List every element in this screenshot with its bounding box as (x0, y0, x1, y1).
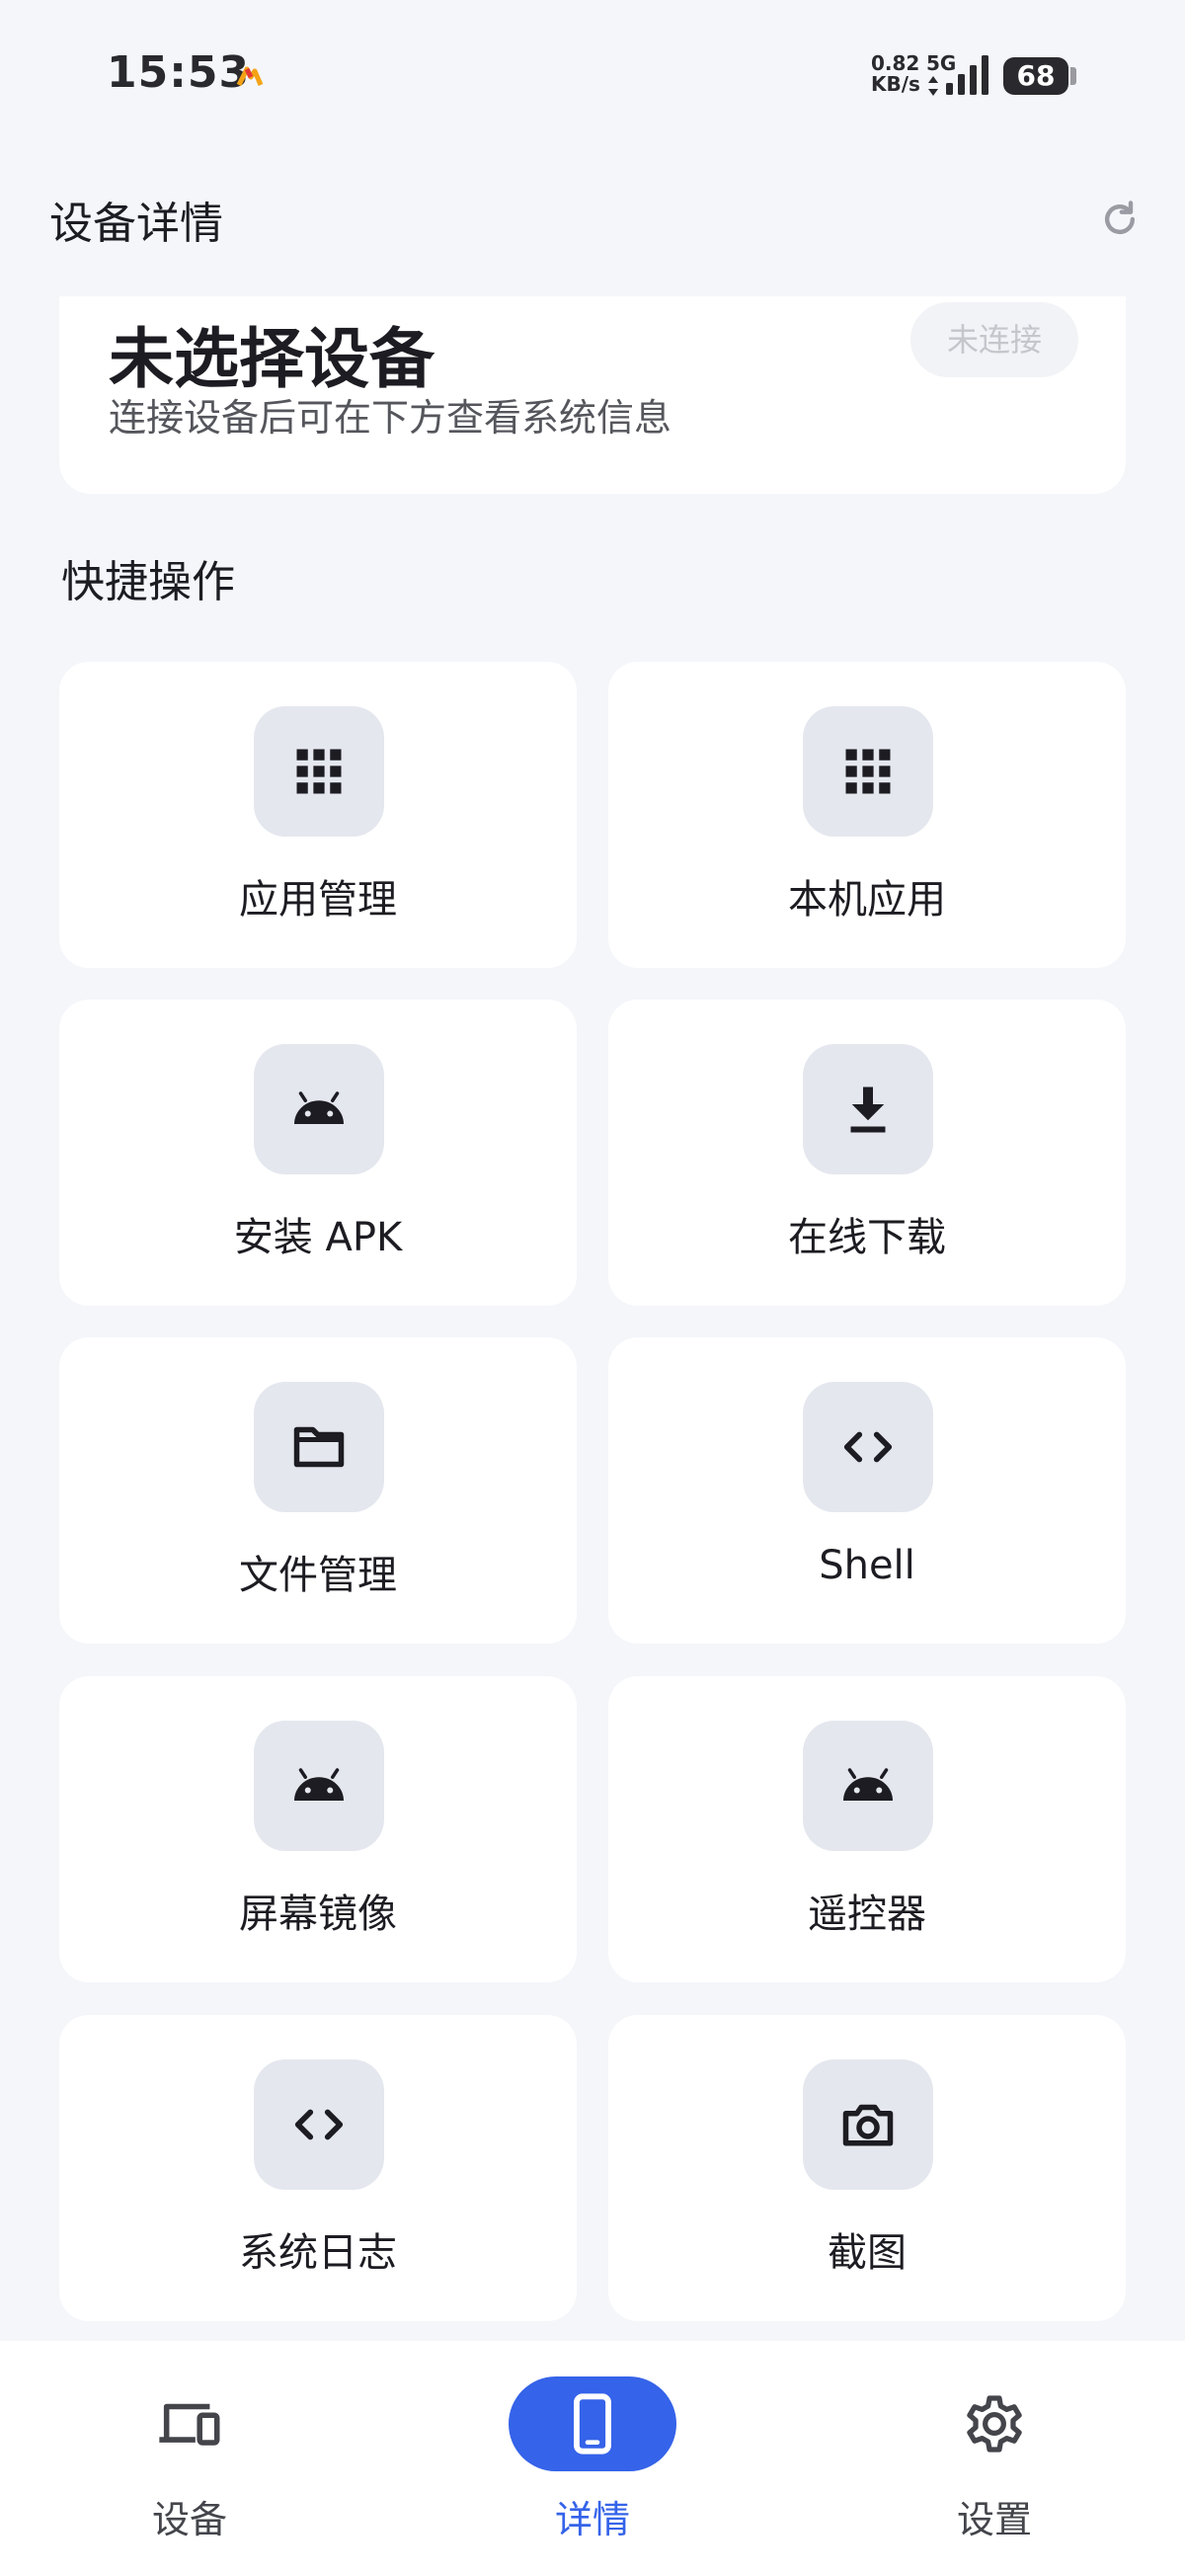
code-icon (254, 2059, 384, 2190)
device-subtitle: 连接设备后可在下方查看系统信息 (109, 396, 672, 440)
code-icon (803, 1382, 933, 1512)
refresh-icon[interactable] (1098, 198, 1142, 241)
phone-icon (509, 2376, 676, 2471)
action-online-download[interactable]: 在线下载 (608, 1000, 1126, 1306)
action-label: 安装 APK (233, 1215, 403, 1260)
action-remote-control[interactable]: 遥控器 (608, 1676, 1126, 1982)
nav-label: 详情 (554, 2498, 630, 2541)
signal-strength-icon (946, 55, 988, 95)
nav-label: 设置 (956, 2498, 1032, 2541)
action-label: Shell (819, 1543, 915, 1588)
bottom-navigation: 设备 详情 设置 (0, 2341, 1185, 2576)
nav-devices[interactable]: 设备 (41, 2341, 338, 2576)
action-system-log[interactable]: 系统日志 (59, 2015, 577, 2321)
nav-settings[interactable]: 设置 (846, 2341, 1143, 2576)
device-card: 未选择设备 连接设备后可在下方查看系统信息 未连接 (59, 296, 1126, 494)
app-notification-icon (236, 66, 264, 87)
camera-icon (803, 2059, 933, 2190)
nav-label: 设备 (151, 2498, 227, 2541)
action-label: 应用管理 (239, 877, 397, 923)
action-file-management[interactable]: 文件管理 (59, 1337, 577, 1644)
action-screenshot[interactable]: 截图 (608, 2015, 1126, 2321)
battery-indicator: 68 (1003, 57, 1068, 95)
apps-grid-icon (254, 706, 384, 837)
page-title: 设备详情 (49, 199, 223, 249)
action-label: 截图 (828, 2230, 907, 2276)
action-label: 遥控器 (808, 1892, 926, 1937)
android-icon (254, 1044, 384, 1174)
status-time: 15:53 (107, 47, 251, 98)
nav-details[interactable]: 详情 (444, 2341, 741, 2576)
action-shell[interactable]: Shell (608, 1337, 1126, 1644)
battery-cap (1070, 67, 1076, 85)
action-install-apk[interactable]: 安装 APK (59, 1000, 577, 1306)
action-local-apps[interactable]: 本机应用 (608, 662, 1126, 968)
action-screen-mirror[interactable]: 屏幕镜像 (59, 1676, 577, 1982)
action-label: 屏幕镜像 (239, 1892, 397, 1937)
data-transfer-icon (928, 76, 938, 96)
action-app-management[interactable]: 应用管理 (59, 662, 577, 968)
download-icon (803, 1044, 933, 1174)
gear-icon (910, 2376, 1078, 2471)
apps-grid-icon (803, 706, 933, 837)
action-label: 系统日志 (239, 2230, 397, 2276)
action-label: 本机应用 (788, 877, 946, 923)
android-icon (803, 1721, 933, 1851)
folder-icon (254, 1382, 384, 1512)
action-label: 在线下载 (788, 1215, 946, 1260)
quick-actions-title: 快捷操作 (61, 557, 235, 607)
android-icon (254, 1721, 384, 1851)
action-label: 文件管理 (239, 1553, 397, 1598)
network-speed: 0.82 KB/s (871, 51, 920, 96)
status-bar: 15:53 0.82 KB/s 5G 68 (0, 0, 1185, 148)
connection-status-badge: 未连接 (910, 302, 1078, 377)
devices-icon (106, 2376, 274, 2471)
